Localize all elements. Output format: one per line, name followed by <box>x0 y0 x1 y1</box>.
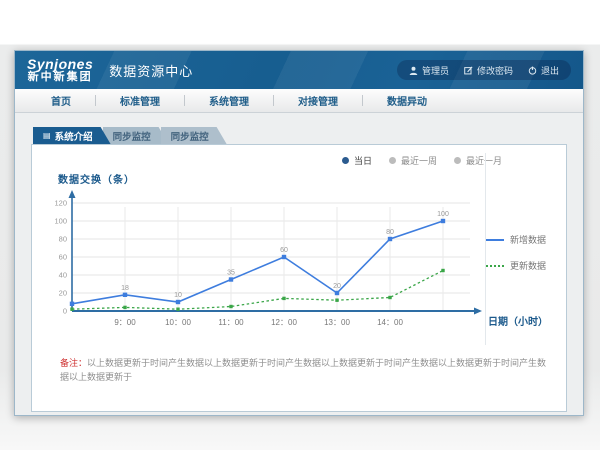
change-password-button[interactable]: 修改密码 <box>464 64 513 77</box>
svg-text:60: 60 <box>280 247 288 254</box>
tab-sync-monitor-1[interactable]: 同步监控 <box>103 127 169 144</box>
svg-text:120: 120 <box>54 199 67 208</box>
range-option-label: 当日 <box>354 154 372 167</box>
edit-icon <box>464 66 473 75</box>
chart-panel: 当日 最近一周 最近一月 数据交换（条） 0 20 40 60 80 100 120 9：00… <box>31 144 567 412</box>
user-name-button[interactable]: 管理员 <box>409 64 449 77</box>
svg-text:35: 35 <box>227 270 235 277</box>
range-option-label: 最近一周 <box>401 154 437 167</box>
tab-label: 系统介绍 <box>55 129 93 143</box>
tab-system-intro[interactable]: ▤ 系统介绍 <box>33 127 111 144</box>
user-menu: 管理员 修改密码 退出 <box>397 60 571 80</box>
radio-dot-icon <box>342 157 349 164</box>
footer-note: 备注：以上数据更新于时间产生数据以上数据更新于时间产生数据以上数据更新于时间产生… <box>60 357 548 384</box>
power-icon <box>528 66 537 75</box>
note-text: 以上数据更新于时间产生数据以上数据更新于时间产生数据以上数据更新于时间产生数据以… <box>60 358 546 382</box>
nav-item-system-mgmt[interactable]: 系统管理 <box>185 93 273 108</box>
legend-label: 新增数据 <box>510 233 546 246</box>
tab-sync-monitor-2[interactable]: 同步监控 <box>161 127 227 144</box>
svg-text:18: 18 <box>121 285 129 292</box>
series-legend: 新增数据 更新数据 <box>486 233 558 272</box>
legend-item-new-data[interactable]: 新增数据 <box>486 233 558 246</box>
solid-line-swatch-icon <box>486 239 504 241</box>
tab-label: 同步监控 <box>113 129 151 143</box>
range-option-last-week[interactable]: 最近一周 <box>389 154 437 167</box>
user-name-label: 管理员 <box>422 64 449 77</box>
logout-button[interactable]: 退出 <box>528 64 559 77</box>
logo-text-cn: 新中新集团 <box>27 72 93 84</box>
tab-label: 同步监控 <box>171 129 209 143</box>
logo: Synjones 新中新集团 <box>27 57 93 83</box>
svg-text:10：00: 10：00 <box>165 318 191 327</box>
logo-text-en: Synjones <box>27 57 93 72</box>
radio-dot-icon <box>389 157 396 164</box>
change-password-label: 修改密码 <box>477 64 513 77</box>
time-range-selector: 当日 最近一周 最近一月 <box>342 154 502 167</box>
range-option-today[interactable]: 当日 <box>342 154 372 167</box>
dotted-line-swatch-icon <box>486 265 504 267</box>
x-axis-title: 日期（小时） <box>488 313 548 328</box>
nav-item-data-change[interactable]: 数据异动 <box>363 93 451 108</box>
content-area: ▤ 系统介绍 同步监控 同步监控 当日 最近一周 <box>15 113 583 415</box>
document-icon: ▤ <box>43 132 51 140</box>
legend-label: 更新数据 <box>510 259 546 272</box>
radio-dot-icon <box>454 157 461 164</box>
main-nav: 首页 标准管理 系统管理 对接管理 数据异动 <box>15 89 583 113</box>
y-axis-title: 数据交换（条） <box>58 171 135 186</box>
user-icon <box>409 66 418 75</box>
svg-text:0: 0 <box>63 307 67 316</box>
tab-bar: ▤ 系统介绍 同步监控 同步监控 <box>33 127 567 144</box>
app-window: Synjones 新中新集团 数据资源中心 管理员 修改密码 退出 首页 标准管… <box>14 50 584 416</box>
svg-text:80: 80 <box>386 229 394 236</box>
range-option-last-month[interactable]: 最近一月 <box>454 154 502 167</box>
range-option-label: 最近一月 <box>466 154 502 167</box>
nav-item-standard-mgmt[interactable]: 标准管理 <box>96 93 184 108</box>
svg-text:14：00: 14：00 <box>377 318 403 327</box>
svg-text:100: 100 <box>54 217 67 226</box>
svg-text:10: 10 <box>174 292 182 299</box>
note-prefix: 备注： <box>60 358 87 368</box>
svg-text:60: 60 <box>59 253 67 262</box>
nav-item-home[interactable]: 首页 <box>27 93 95 108</box>
app-title: 数据资源中心 <box>109 61 193 80</box>
svg-text:100: 100 <box>437 211 449 218</box>
svg-text:12：00: 12：00 <box>271 318 297 327</box>
svg-text:11：00: 11：00 <box>218 318 244 327</box>
legend-item-updated-data[interactable]: 更新数据 <box>486 259 558 272</box>
svg-text:20: 20 <box>333 283 341 290</box>
line-chart: 0 20 40 60 80 100 120 9：00 10：00 11：00 12：00 13：00 1… <box>48 189 484 347</box>
svg-text:40: 40 <box>59 271 67 280</box>
nav-item-interface-mgmt[interactable]: 对接管理 <box>274 93 362 108</box>
logout-label: 退出 <box>541 64 559 77</box>
app-header: Synjones 新中新集团 数据资源中心 管理员 修改密码 退出 <box>15 51 583 89</box>
svg-text:9：00: 9：00 <box>114 318 136 327</box>
svg-text:80: 80 <box>59 235 67 244</box>
svg-text:20: 20 <box>59 289 67 298</box>
svg-text:13：00: 13：00 <box>324 318 350 327</box>
